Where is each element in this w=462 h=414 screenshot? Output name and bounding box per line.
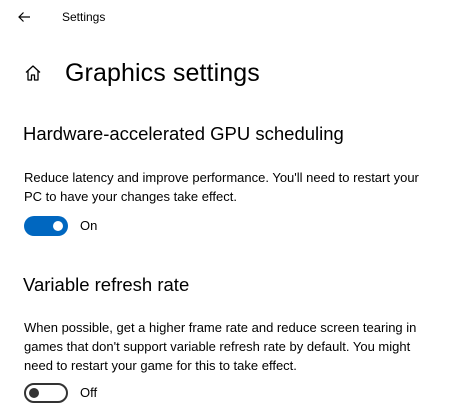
toggle-knob bbox=[53, 221, 63, 231]
toggle-knob bbox=[29, 388, 39, 398]
settings-window: Settings Graphics settings Hardware-acce… bbox=[0, 0, 462, 414]
gpu-scheduling-description-line: Reduce latency and improve performance. … bbox=[24, 170, 419, 185]
variable-refresh-description: When possible, get a higher frame rate a… bbox=[24, 318, 456, 375]
variable-refresh-description-line: games that don't support variable refres… bbox=[24, 339, 411, 354]
variable-refresh-heading: Variable refresh rate bbox=[23, 274, 190, 295]
window-title: Settings bbox=[62, 10, 106, 24]
title-bar: Settings bbox=[0, 0, 462, 34]
gpu-scheduling-description-line: PC to have your changes take effect. bbox=[24, 189, 237, 204]
variable-refresh-description-line: When possible, get a higher frame rate a… bbox=[24, 320, 417, 335]
gpu-scheduling-toggle[interactable] bbox=[24, 216, 68, 236]
home-icon bbox=[25, 65, 41, 81]
page-title: Graphics settings bbox=[65, 59, 260, 87]
back-arrow-icon bbox=[18, 12, 30, 22]
gpu-scheduling-toggle-label: On bbox=[80, 218, 98, 233]
gpu-scheduling-description: Reduce latency and improve performance. … bbox=[24, 168, 456, 206]
variable-refresh-toggle-label: Off bbox=[80, 385, 98, 400]
variable-refresh-description-line: need to restart your game for this to ta… bbox=[24, 358, 297, 373]
home-button[interactable] bbox=[23, 63, 43, 83]
variable-refresh-toggle[interactable] bbox=[24, 383, 68, 403]
variable-refresh-toggle-row: Off bbox=[24, 383, 97, 403]
gpu-scheduling-heading: Hardware-accelerated GPU scheduling bbox=[23, 123, 344, 144]
gpu-scheduling-toggle-row: On bbox=[24, 216, 97, 236]
back-button[interactable] bbox=[12, 6, 36, 28]
